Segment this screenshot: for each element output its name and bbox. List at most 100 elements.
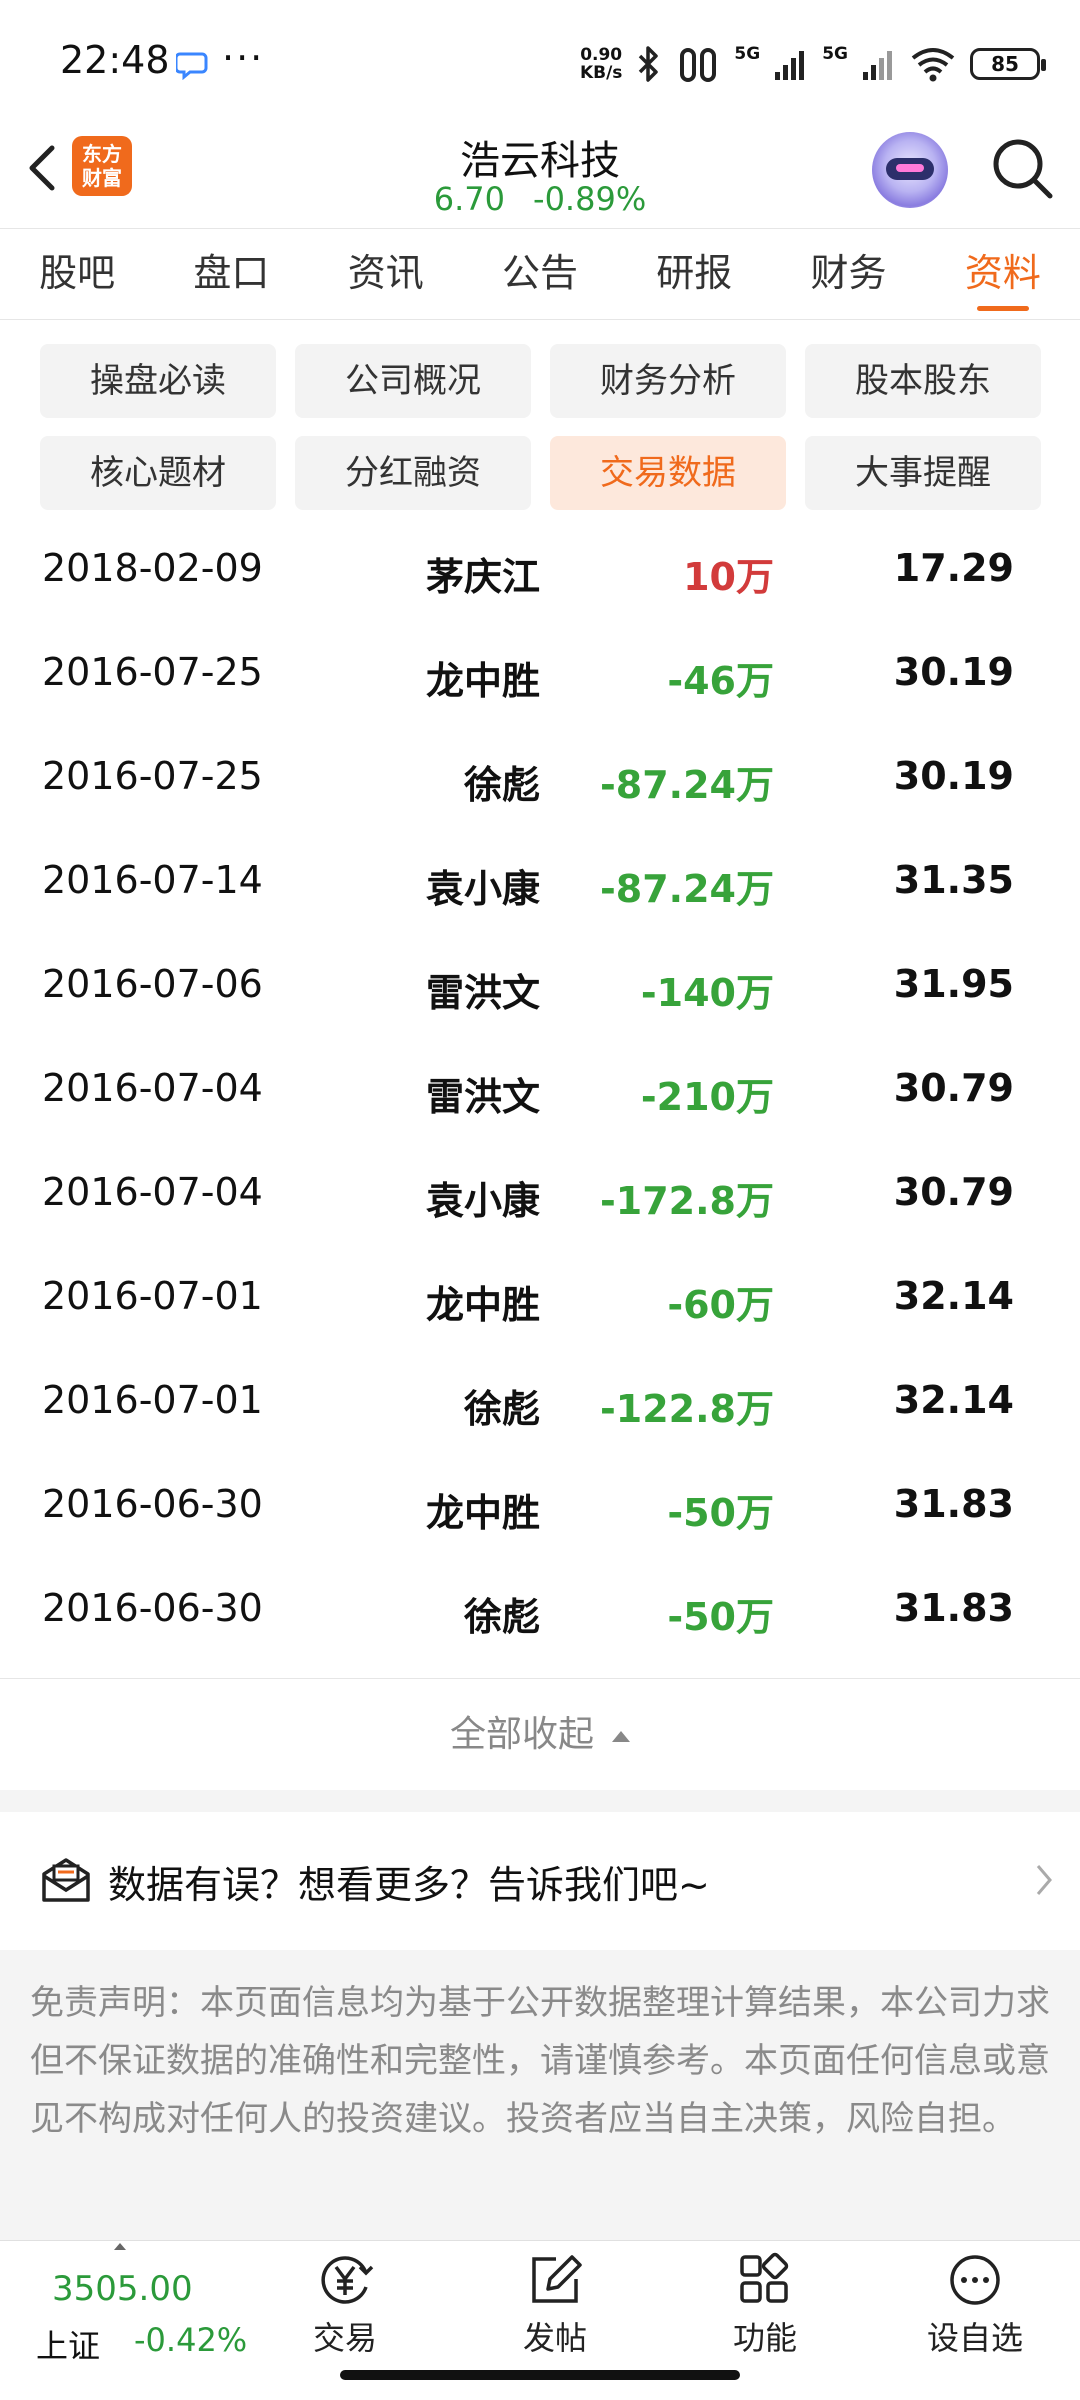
status-bar: 22:48 ··· 0.90 KB/s 5G 5G 85 [0, 0, 1080, 120]
trade-price: 31.83 [893, 1482, 1014, 1526]
trade-price: 17.29 [893, 546, 1014, 590]
feedback-row[interactable]: 数据有误？想看更多？告诉我们吧~ [0, 1812, 1080, 1950]
trade-date: 2016-07-04 [42, 1066, 263, 1110]
trade-amount: -87.24万 [600, 763, 774, 807]
tab-guba[interactable]: 股吧 [0, 229, 154, 319]
signal-5g-1-icon: 5G [734, 44, 761, 64]
trade-amount: -46万 [667, 659, 774, 703]
trade-date: 2016-06-30 [42, 1482, 263, 1526]
chevron-right-icon [1032, 1860, 1056, 1904]
tab-finance[interactable]: 财务 [771, 229, 925, 319]
trade-price: 30.19 [893, 650, 1014, 694]
trade-amount: 10万 [683, 555, 774, 599]
tab-announcements[interactable]: 公告 [463, 229, 617, 319]
chat-bubble-icon [174, 50, 210, 84]
trade-date: 2016-07-25 [42, 650, 263, 694]
earbuds-icon [680, 48, 717, 82]
trade-date: 2016-07-06 [42, 962, 263, 1006]
chip-shareholders[interactable]: 股本股东 [805, 344, 1041, 418]
chip-trading-data[interactable]: 交易数据 [550, 436, 786, 510]
section-gap [0, 1790, 1080, 1812]
assistant-robot-icon[interactable] [872, 132, 948, 208]
search-icon [993, 139, 1053, 199]
more-dots-icon [950, 2255, 1000, 2305]
stock-change: -0.89% [533, 180, 647, 218]
trade-price: 32.14 [893, 1378, 1014, 1422]
insider-name: 雷洪文 [425, 1075, 540, 1119]
trade-date: 2016-06-30 [42, 1586, 263, 1630]
trade-price: 30.79 [893, 1066, 1014, 1110]
nav-add-watchlist-label: 设自选 [926, 2319, 1023, 2357]
table-row: 2016-07-01 徐彪 -122.8万 32.14 [0, 1356, 1080, 1460]
trade-amount: -87.24万 [600, 867, 774, 911]
chip-company-overview[interactable]: 公司概况 [295, 344, 531, 418]
insider-name: 龙中胜 [425, 1491, 540, 1535]
home-indicator[interactable] [340, 2370, 740, 2380]
search-button[interactable] [988, 134, 1058, 204]
grid-functions-icon [740, 2252, 789, 2303]
chip-financial-analysis[interactable]: 财务分析 [550, 344, 786, 418]
collapse-all-button[interactable]: 全部收起 [0, 1680, 1080, 1790]
trade-price: 30.19 [893, 754, 1014, 798]
table-row: 2016-06-30 龙中胜 -50万 31.83 [0, 1460, 1080, 1564]
trade-price: 31.95 [893, 962, 1014, 1006]
index-name[interactable]: 上证 [36, 2321, 100, 2367]
feedback-label: 数据有误？想看更多？告诉我们吧~ [108, 1863, 710, 1907]
nav-add-watchlist[interactable]: 设自选 [900, 2251, 1050, 2359]
tab-news[interactable]: 资讯 [309, 229, 463, 319]
table-row: 2016-06-30 徐彪 -50万 31.83 [0, 1564, 1080, 1668]
table-row: 2018-02-09 茅庆江 10万 17.29 [0, 524, 1080, 628]
index-value[interactable]: 3505.00 [52, 2269, 193, 2309]
insider-name: 龙中胜 [425, 1283, 540, 1327]
trade-amount: -210万 [640, 1075, 774, 1119]
trade-date: 2016-07-25 [42, 754, 263, 798]
trade-date: 2016-07-04 [42, 1170, 263, 1214]
battery-indicator: 85 [970, 48, 1046, 80]
trade-price: 30.79 [893, 1170, 1014, 1214]
signal-bars-1-icon [775, 51, 805, 80]
chip-dividends-financing[interactable]: 分红融资 [295, 436, 531, 510]
trade-amount: -140万 [640, 971, 774, 1015]
index-change[interactable]: -0.42% [134, 2321, 247, 2359]
chip-core-themes[interactable]: 核心题材 [40, 436, 276, 510]
nav-post-label: 发帖 [522, 2319, 587, 2357]
nav-functions[interactable]: 功能 [690, 2251, 840, 2359]
signal-5g-2-icon: 5G [822, 44, 848, 64]
more-notifications-icon: ··· [222, 36, 265, 80]
nav-trade-label: 交易 [312, 2319, 377, 2357]
insider-name: 茅庆江 [425, 555, 540, 599]
tab-pankou[interactable]: 盘口 [154, 229, 308, 319]
bluetooth-icon [639, 46, 659, 82]
chip-major-events[interactable]: 大事提醒 [805, 436, 1041, 510]
insider-name: 雷洪文 [425, 971, 540, 1015]
insider-name: 龙中胜 [425, 659, 540, 703]
tab-profile[interactable]: 资料 [926, 229, 1080, 319]
chip-trading-guide[interactable]: 操盘必读 [40, 344, 276, 418]
trade-amount: -50万 [667, 1595, 774, 1639]
trade-price: 32.14 [893, 1274, 1014, 1318]
nav-post[interactable]: 发帖 [480, 2251, 630, 2359]
feedback-mail-icon [40, 1856, 92, 1908]
insider-name: 徐彪 [463, 1595, 540, 1639]
trade-amount: -50万 [667, 1491, 774, 1535]
tab-research[interactable]: 研报 [617, 229, 771, 319]
trade-date: 2016-07-14 [42, 858, 263, 902]
table-row: 2016-07-04 雷洪文 -210万 30.79 [0, 1044, 1080, 1148]
table-divider [0, 1678, 1080, 1679]
table-row: 2016-07-25 龙中胜 -46万 30.19 [0, 628, 1080, 732]
status-time: 22:48 [60, 38, 170, 82]
insider-name: 袁小康 [425, 867, 540, 911]
table-row: 2016-07-14 袁小康 -87.24万 31.35 [0, 836, 1080, 940]
trade-amount: -122.8万 [600, 1387, 774, 1431]
trade-price: 31.83 [893, 1586, 1014, 1630]
trade-amount: -172.8万 [600, 1179, 774, 1223]
trade-date: 2016-07-01 [42, 1274, 263, 1318]
table-row: 2016-07-06 雷洪文 -140万 31.95 [0, 940, 1080, 1044]
stock-header: 东方 财富 浩云科技 6.70 -0.89% [0, 120, 1080, 228]
collapse-label: 全部收起 [449, 1714, 594, 1755]
stock-price: 6.70 [433, 180, 506, 218]
index-expand-icon[interactable] [114, 2243, 126, 2250]
insider-name: 徐彪 [463, 763, 540, 807]
status-icons: 0.90 KB/s 5G 5G 85 [580, 40, 1046, 88]
nav-trade[interactable]: 交易 [270, 2251, 420, 2359]
